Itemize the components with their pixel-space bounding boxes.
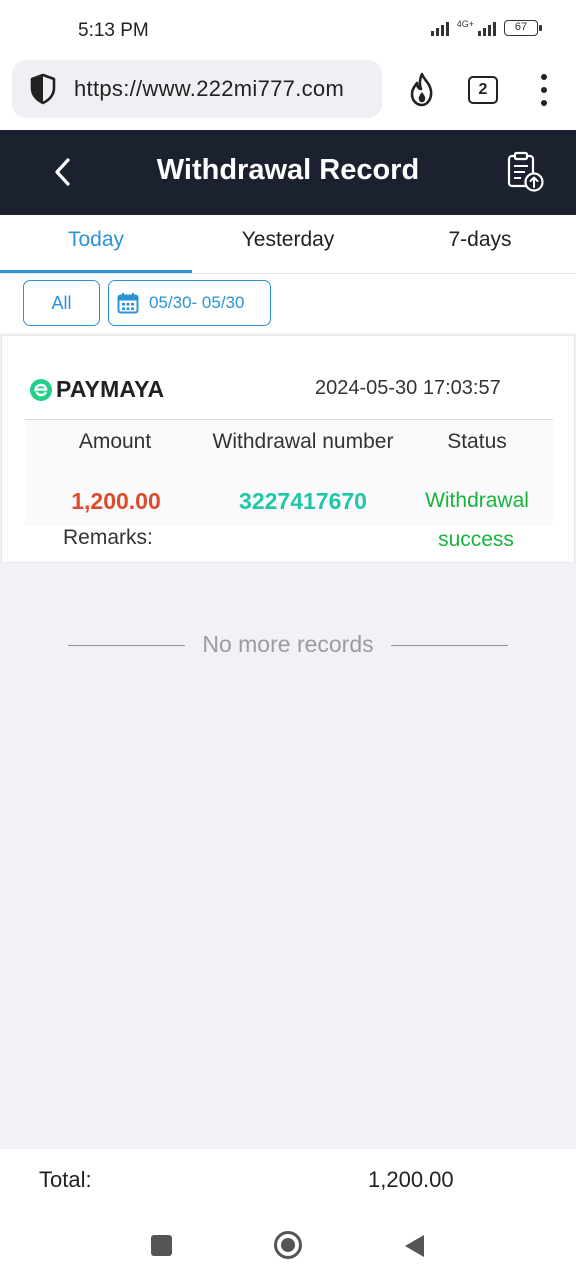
date-range-label: 05/30- 05/30 — [149, 293, 245, 312]
tab-today[interactable]: Today — [0, 215, 192, 273]
date-tabs: Today Yesterday 7-days — [0, 215, 576, 273]
status-value-line1: Withdrawal — [425, 489, 529, 512]
filter-all-button[interactable]: All — [23, 280, 100, 326]
network-label: 4G+ — [456, 19, 474, 29]
withdrawal-number-header: Withdrawal number — [212, 430, 394, 453]
amount-value: 1,200.00 — [71, 488, 161, 514]
total-bar: Total: 1,200.00 — [0, 1149, 576, 1211]
filter-bar: All 05/30- 05/30 — [0, 273, 576, 333]
recents-icon[interactable] — [151, 1235, 172, 1256]
signal-icon — [430, 20, 449, 36]
status-time: 5:13 PM — [78, 20, 149, 41]
shield-icon[interactable] — [28, 72, 58, 106]
fire-icon[interactable] — [406, 72, 438, 108]
withdrawal-number-value: 3227417670 — [239, 488, 367, 514]
status-bar: 5:13 PM 4G+ 67 — [0, 0, 576, 58]
paymaya-logo-icon — [29, 378, 53, 402]
tabs-count-button[interactable]: 2 — [468, 76, 498, 104]
url-text[interactable]: https://www.222mi777.com — [74, 76, 344, 102]
tab-7-days[interactable]: 7-days — [384, 215, 576, 273]
page-title: Withdrawal Record — [156, 154, 420, 186]
list-end-indicator: No more records — [0, 628, 576, 662]
total-label: Total: — [39, 1167, 92, 1192]
date-range-button[interactable]: 05/30- 05/30 — [108, 280, 271, 326]
more-menu-icon[interactable] — [538, 74, 550, 106]
payment-method: PAYMAYA — [29, 376, 164, 403]
page-header: Withdrawal Record — [0, 130, 576, 215]
address-bar[interactable]: https://www.222mi777.com — [12, 60, 382, 118]
total-value: 1,200.00 — [368, 1167, 454, 1192]
withdrawal-record-card[interactable]: PAYMAYA 2024-05-30 17:03:57 Amount Withd… — [1, 335, 575, 563]
status-icons: 4G+ 67 — [430, 19, 542, 36]
system-nav-bar — [0, 1211, 576, 1280]
remarks-label: Remarks: — [63, 526, 153, 549]
battery-icon: 67 — [504, 20, 542, 36]
divider-right — [391, 645, 508, 646]
status-value-line2: success — [438, 528, 514, 551]
status-header: Status — [447, 430, 507, 453]
signal-icon-2 — [478, 20, 496, 36]
home-icon[interactable] — [273, 1230, 303, 1260]
payment-method-name: PAYMAYA — [56, 376, 165, 402]
amount-header: Amount — [78, 430, 152, 453]
clipboard-upload-icon[interactable] — [505, 150, 545, 194]
tab-yesterday[interactable]: Yesterday — [192, 215, 384, 273]
record-details: Amount Withdrawal number Status 1,200.00… — [25, 420, 553, 526]
calendar-icon — [117, 292, 139, 314]
browser-toolbar: https://www.222mi777.com 2 — [0, 58, 576, 130]
back-triangle-icon[interactable] — [402, 1233, 426, 1259]
record-datetime: 2024-05-30 17:03:57 — [315, 377, 501, 399]
